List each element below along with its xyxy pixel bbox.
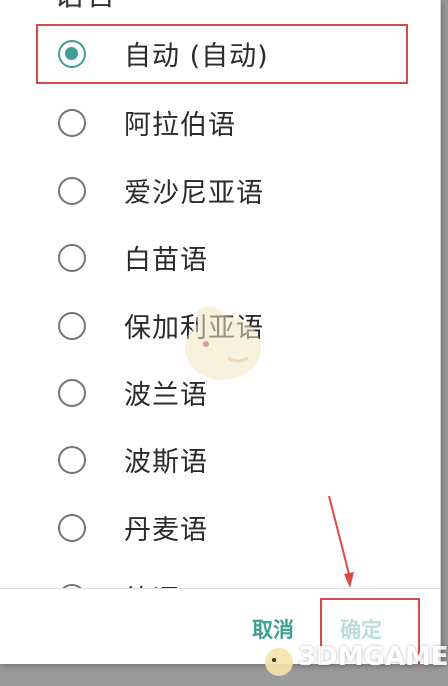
watermark-text: 3DMGAME [298,642,448,672]
3dmgame-logo-icon [265,648,293,676]
arrow-annotation-icon [328,495,354,588]
